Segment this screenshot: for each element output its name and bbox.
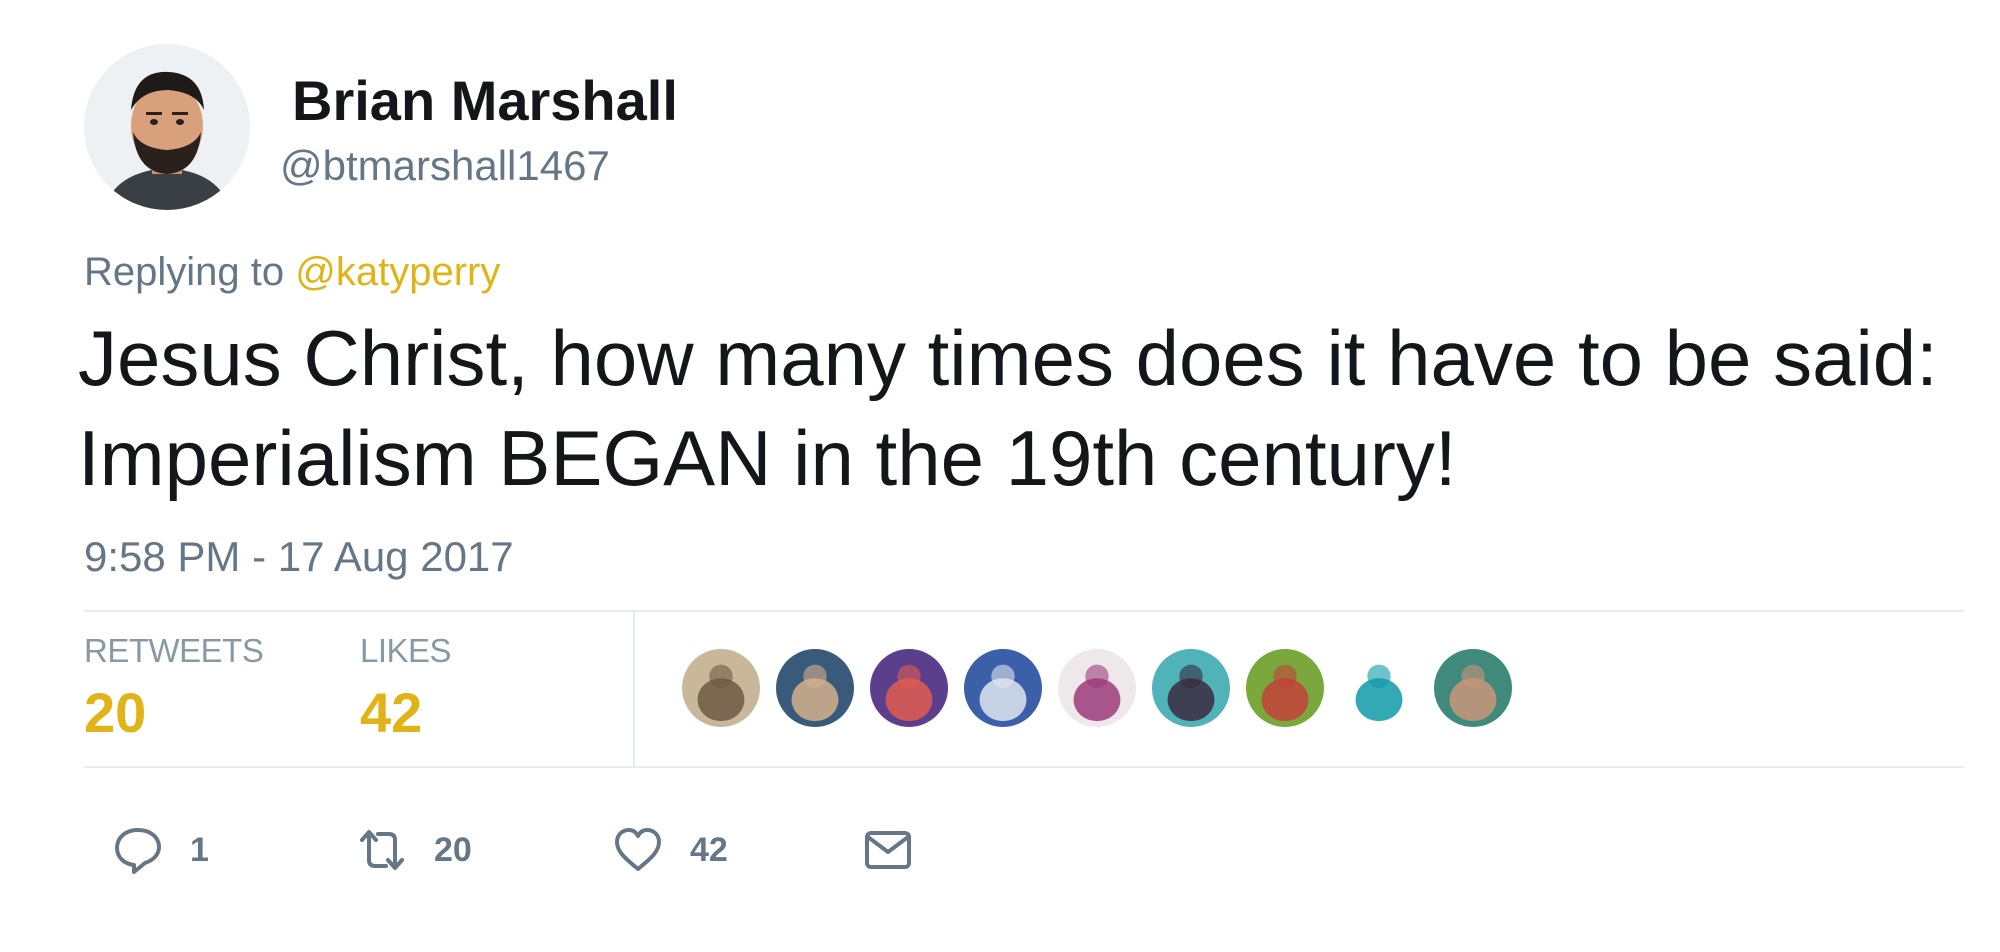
liker-avatar-9[interactable] xyxy=(1432,647,1514,729)
retweet-count: 20 xyxy=(434,830,472,869)
author-avatar-image xyxy=(84,44,250,210)
tweet-timestamp[interactable]: 9:58 PM - 17 Aug 2017 xyxy=(84,533,514,581)
envelope-icon xyxy=(862,824,914,876)
like-button[interactable]: 42 xyxy=(612,820,728,880)
liker-avatar-6[interactable] xyxy=(1150,647,1232,729)
direct-message-button[interactable] xyxy=(862,820,914,880)
liker-avatar-image xyxy=(682,649,760,727)
liker-avatar-image xyxy=(1058,649,1136,727)
likes-stat[interactable]: LIKES 42 xyxy=(360,632,452,745)
author-display-name[interactable]: Brian Marshall xyxy=(292,68,678,133)
liker-avatar-image xyxy=(1246,649,1324,727)
liker-avatar-image xyxy=(1340,649,1418,727)
divider xyxy=(84,766,1964,768)
reply-button[interactable]: 1 xyxy=(112,820,209,880)
retweet-icon xyxy=(356,824,408,876)
liker-avatar-image xyxy=(964,649,1042,727)
liker-avatar-1[interactable] xyxy=(680,647,762,729)
retweets-stat[interactable]: RETWEETS 20 xyxy=(84,632,264,745)
divider xyxy=(84,610,1964,612)
liker-avatar-image xyxy=(1152,649,1230,727)
likes-count: 42 xyxy=(360,681,423,744)
liker-avatar-8[interactable] xyxy=(1338,647,1420,729)
stats-divider xyxy=(633,612,635,766)
author-avatar[interactable] xyxy=(84,44,250,210)
reply-mention-link[interactable]: @katyperry xyxy=(295,250,500,294)
retweets-label: RETWEETS xyxy=(84,632,264,669)
reply-icon xyxy=(112,824,164,876)
liker-avatar-2[interactable] xyxy=(774,647,856,729)
likes-label: LIKES xyxy=(360,632,452,669)
liker-avatar-3[interactable] xyxy=(868,647,950,729)
tweet-card: Brian Marshall @btmarshall1467 Replying … xyxy=(0,0,2000,952)
liker-avatar-5[interactable] xyxy=(1056,647,1138,729)
liker-avatar-4[interactable] xyxy=(962,647,1044,729)
liker-avatar-image xyxy=(870,649,948,727)
replying-to: Replying to @katyperry xyxy=(84,250,500,295)
liker-avatar-7[interactable] xyxy=(1244,647,1326,729)
heart-icon xyxy=(612,824,664,876)
author-handle[interactable]: @btmarshall1467 xyxy=(280,142,610,190)
tweet-text: Jesus Christ, how many times does it hav… xyxy=(78,314,1938,502)
liker-avatar-image xyxy=(1434,649,1512,727)
liker-avatar-image xyxy=(776,649,854,727)
like-count: 42 xyxy=(690,830,728,869)
retweet-button[interactable]: 20 xyxy=(356,820,472,880)
retweets-count: 20 xyxy=(84,681,147,744)
replying-to-label: Replying to xyxy=(84,250,285,294)
reply-count: 1 xyxy=(190,830,209,869)
